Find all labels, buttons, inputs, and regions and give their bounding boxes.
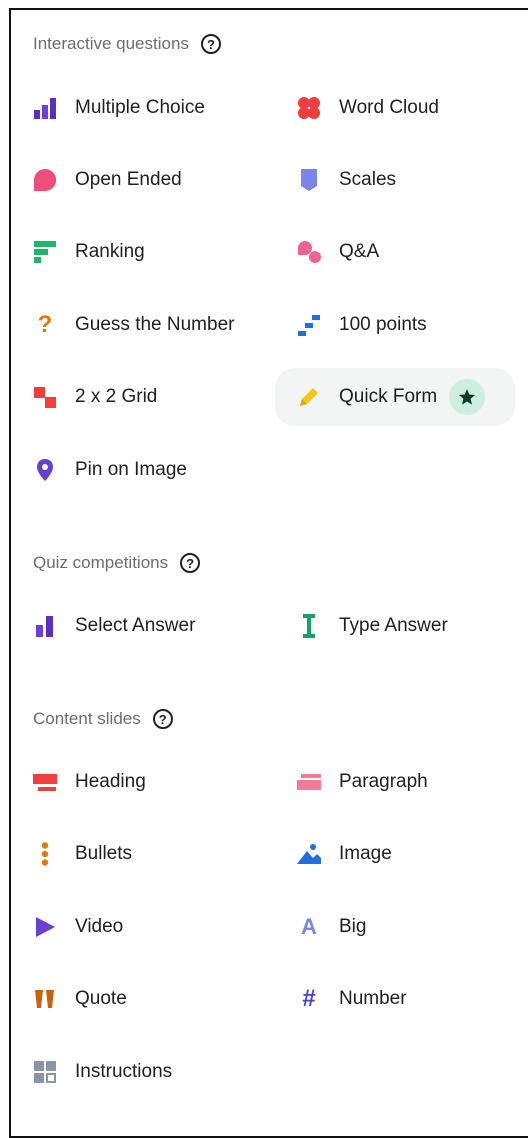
open-ended-icon (33, 168, 57, 192)
select-answer-icon (33, 614, 57, 638)
section-title-quiz: Quiz competitions ? (33, 553, 201, 573)
item-select-answer[interactable]: Select Answer (33, 606, 195, 646)
section-title-label: Quiz competitions (33, 553, 169, 572)
item-label: Instructions (75, 1061, 173, 1082)
item-number[interactable]: # Number (297, 979, 407, 1019)
item-big[interactable]: A Big (297, 907, 366, 947)
play-icon (33, 915, 57, 939)
item-2x2-grid[interactable]: 2 x 2 Grid (33, 377, 157, 417)
item-pin-on-image[interactable]: Pin on Image (33, 450, 187, 490)
heading-icon (33, 770, 57, 794)
item-quick-form[interactable]: Quick Form (275, 368, 516, 426)
item-label: Image (339, 843, 392, 864)
item-label: 2 x 2 Grid (75, 386, 158, 407)
help-icon[interactable]: ? (200, 34, 221, 54)
item-scales[interactable]: Scales (297, 160, 396, 200)
slide-type-panel: Interactive questions ? Multiple Choice … (9, 8, 528, 1138)
ranking-icon (33, 240, 57, 264)
item-label: Number (339, 988, 407, 1009)
item-type-answer[interactable]: Type Answer (297, 606, 448, 646)
bullets-icon (33, 842, 57, 866)
item-video[interactable]: Video (33, 907, 123, 947)
map-pin-icon (33, 458, 57, 482)
item-label: Quote (75, 988, 127, 1009)
item-label: Word Cloud (339, 97, 439, 118)
image-icon (297, 842, 321, 866)
text-cursor-icon (297, 614, 321, 638)
item-label: Video (75, 916, 124, 937)
section-title-label: Interactive questions (33, 34, 189, 53)
item-label: Ranking (75, 241, 145, 262)
item-100-points[interactable]: 100 points (297, 305, 427, 345)
item-label: 100 points (339, 314, 427, 335)
pencil-icon (297, 385, 321, 409)
help-icon[interactable]: ? (152, 709, 173, 729)
help-icon[interactable]: ? (180, 553, 201, 573)
item-label: Pin on Image (75, 459, 187, 480)
instructions-icon (33, 1060, 57, 1084)
item-label: Paragraph (339, 771, 428, 792)
item-label: Big (339, 916, 367, 937)
grid-icon (33, 385, 57, 409)
paragraph-icon (297, 770, 321, 794)
question-mark-icon: ? (37, 311, 53, 338)
section-title-label: Content slides (33, 709, 141, 728)
item-ranking[interactable]: Ranking (33, 232, 145, 272)
item-qa[interactable]: Q&A (297, 232, 379, 272)
multiple-choice-icon (33, 96, 57, 120)
item-label: Multiple Choice (75, 97, 205, 118)
star-icon (459, 389, 476, 405)
item-bullets[interactable]: Bullets (33, 834, 132, 874)
hundred-points-icon (297, 313, 321, 337)
item-label: Bullets (75, 843, 133, 864)
section-title-content: Content slides ? (33, 709, 173, 729)
item-label: Select Answer (75, 615, 196, 636)
item-instructions[interactable]: Instructions (33, 1052, 172, 1092)
item-quote[interactable]: Quote (33, 979, 127, 1019)
item-word-cloud[interactable]: Word Cloud (297, 88, 439, 128)
item-label: Q&A (339, 241, 380, 262)
item-open-ended[interactable]: Open Ended (33, 160, 182, 200)
hash-icon: # (302, 985, 316, 1012)
item-guess-the-number[interactable]: ? Guess the Number (33, 305, 235, 345)
word-cloud-icon (297, 96, 321, 120)
item-label: Scales (339, 169, 397, 190)
item-paragraph[interactable]: Paragraph (297, 762, 428, 802)
premium-badge (449, 379, 486, 415)
item-label: Heading (75, 771, 146, 792)
big-letter-icon: A (301, 914, 317, 939)
scales-icon (297, 168, 321, 192)
qa-icon (297, 240, 321, 264)
item-label: Guess the Number (75, 314, 235, 335)
item-heading[interactable]: Heading (33, 762, 146, 802)
quote-icon (33, 987, 57, 1011)
item-label: Quick Form (339, 386, 438, 407)
item-image[interactable]: Image (297, 834, 392, 874)
item-label: Open Ended (75, 169, 182, 190)
item-multiple-choice[interactable]: Multiple Choice (33, 88, 205, 128)
section-title-interactive: Interactive questions ? (33, 34, 221, 54)
item-label: Type Answer (339, 615, 448, 636)
